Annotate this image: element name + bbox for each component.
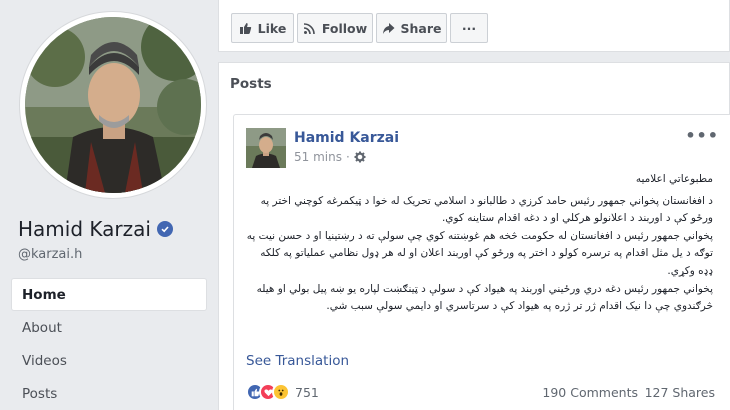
post-author-name[interactable]: Hamid Karzai	[294, 130, 399, 146]
left-nav: Home About Videos Posts	[12, 279, 206, 410]
like-label: Like	[257, 20, 287, 36]
page-name[interactable]: Hamid Karzai	[18, 217, 173, 241]
post-text-heading: مطبوعاتي اعلاميه	[635, 173, 713, 185]
share-arrow-icon	[382, 22, 394, 34]
post-paragraph-1: د افغانستان پخواني جمهور رئیس حامد کرزي …	[260, 194, 713, 225]
post-text: مطبوعاتي اعلاميه د افغانستان پخواني جمهو…	[245, 171, 713, 316]
gear-audience-icon[interactable]	[354, 151, 366, 163]
posts-heading: Posts	[230, 76, 272, 92]
nav-item-posts[interactable]: Posts	[12, 378, 206, 409]
more-options-label: ···	[461, 20, 477, 36]
post-paragraph-2: پخواني جمهور رئیس د افغانستان له حکومت څ…	[246, 229, 713, 277]
share-button[interactable]: Share	[376, 13, 447, 43]
rss-follow-icon	[303, 22, 315, 34]
see-translation-link[interactable]: See Translation	[246, 353, 349, 369]
post-meta: 51 mins ·	[294, 150, 366, 164]
post-options-icon[interactable]: •••	[685, 126, 719, 145]
page-handle: @karzai.h	[18, 247, 83, 262]
reactions-summary[interactable]: 751	[246, 383, 319, 401]
nav-item-videos[interactable]: Videos	[12, 345, 206, 376]
nav-item-home[interactable]: Home	[12, 279, 206, 310]
posts-section: Posts Hamid Karzai 51 mins · ••• مطبوعات…	[218, 62, 730, 410]
wow-reaction-icon	[272, 383, 290, 401]
reaction-count: 751	[295, 384, 319, 400]
nav-item-about[interactable]: About	[12, 312, 206, 343]
shares-count-link[interactable]: 127 Shares	[645, 385, 715, 400]
share-label: Share	[400, 20, 442, 36]
post-card: Hamid Karzai 51 mins · ••• مطبوعاتي اعلا…	[233, 114, 730, 410]
page-action-bar: Like Follow Share ···	[218, 0, 730, 52]
follow-label: Follow	[321, 20, 368, 36]
post-footer: 751 190 Comments 127 Shares	[234, 383, 730, 410]
page-name-text[interactable]: Hamid Karzai	[18, 217, 151, 241]
thumbs-up-icon	[239, 22, 251, 34]
post-author-avatar[interactable]	[246, 128, 286, 168]
meta-separator: ·	[345, 150, 350, 164]
more-options-button[interactable]: ···	[450, 13, 488, 43]
profile-photo	[25, 17, 201, 193]
post-paragraph-3: پخواني جمهور رئیس دغه دري ورځیني اوربند …	[256, 282, 713, 313]
left-column: Hamid Karzai @karzai.h Home About Videos…	[0, 0, 218, 410]
verified-badge-icon	[156, 221, 173, 237]
comments-count-link[interactable]: 190 Comments	[542, 385, 638, 400]
profile-picture[interactable]	[20, 12, 206, 198]
follow-button[interactable]: Follow	[297, 13, 373, 43]
post-timestamp[interactable]: 51 mins	[294, 150, 342, 164]
like-button[interactable]: Like	[231, 13, 294, 43]
